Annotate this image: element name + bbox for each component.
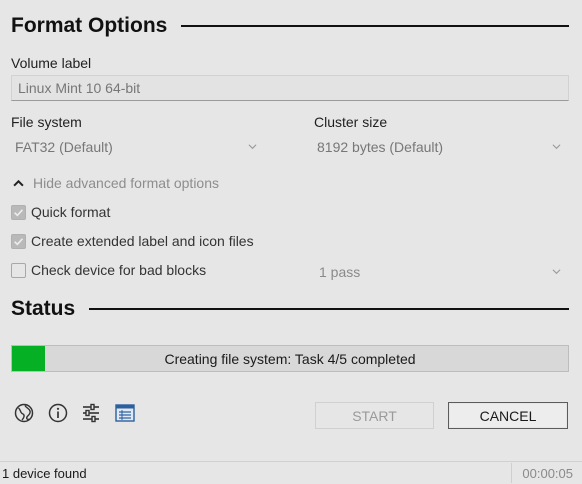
progress-text: Creating file system: Task 4/5 completed xyxy=(164,350,416,367)
volume-label-input[interactable]: Linux Mint 10 64-bit xyxy=(11,75,569,101)
status-bar: 1 device found 00:00:05 xyxy=(0,461,582,484)
extended-label-checkbox-row[interactable]: Create extended label and icon files xyxy=(11,233,254,249)
cluster-size-caption: Cluster size xyxy=(314,114,388,130)
bad-blocks-passes-select[interactable]: 1 pass xyxy=(313,259,569,285)
extended-label-label: Create extended label and icon files xyxy=(31,233,254,249)
status-title: Status xyxy=(11,297,76,320)
chevron-down-icon xyxy=(248,144,257,150)
info-icon[interactable] xyxy=(47,402,69,424)
file-system-select[interactable]: FAT32 (Default) xyxy=(11,134,265,160)
checkmark-icon xyxy=(14,237,24,246)
status-separator xyxy=(511,463,512,483)
start-button[interactable]: START xyxy=(315,402,434,429)
format-options-title: Format Options xyxy=(11,14,168,37)
header-rule xyxy=(181,25,569,27)
chevron-down-icon xyxy=(552,269,561,275)
log-icon[interactable] xyxy=(114,402,136,424)
elapsed-time: 00:00:05 xyxy=(522,466,573,481)
chevron-up-icon xyxy=(13,179,24,186)
header-rule xyxy=(89,308,569,310)
bad-blocks-checkbox-row[interactable]: Check device for bad blocks xyxy=(11,262,206,278)
globe-icon[interactable] xyxy=(13,402,35,424)
volume-label-value: Linux Mint 10 64-bit xyxy=(18,80,141,96)
status-header: Status xyxy=(11,297,569,321)
volume-label-caption: Volume label xyxy=(11,55,92,71)
quick-format-label: Quick format xyxy=(31,204,111,220)
bad-blocks-checkbox[interactable] xyxy=(11,262,26,278)
quick-format-checkbox[interactable] xyxy=(11,204,26,220)
cancel-button[interactable]: CANCEL xyxy=(448,402,568,429)
bad-blocks-passes-value: 1 pass xyxy=(319,264,361,280)
chevron-down-icon xyxy=(552,144,561,150)
checkmark-icon xyxy=(14,208,24,217)
quick-format-checkbox-row[interactable]: Quick format xyxy=(11,204,110,220)
device-count: 1 device found xyxy=(2,466,87,481)
settings-sliders-icon[interactable] xyxy=(80,402,102,424)
bad-blocks-label: Check device for bad blocks xyxy=(31,262,207,278)
advanced-options-toggle[interactable]: Hide advanced format options xyxy=(13,175,219,191)
advanced-options-label: Hide advanced format options xyxy=(33,175,219,191)
file-system-caption: File system xyxy=(11,114,82,130)
progress-bar: Creating file system: Task 4/5 completed xyxy=(11,345,569,372)
extended-label-checkbox[interactable] xyxy=(11,233,26,249)
format-options-header: Format Options xyxy=(11,14,569,38)
file-system-value: FAT32 (Default) xyxy=(15,139,113,155)
cluster-size-value: 8192 bytes (Default) xyxy=(317,139,444,155)
cluster-size-select[interactable]: 8192 bytes (Default) xyxy=(311,134,569,160)
